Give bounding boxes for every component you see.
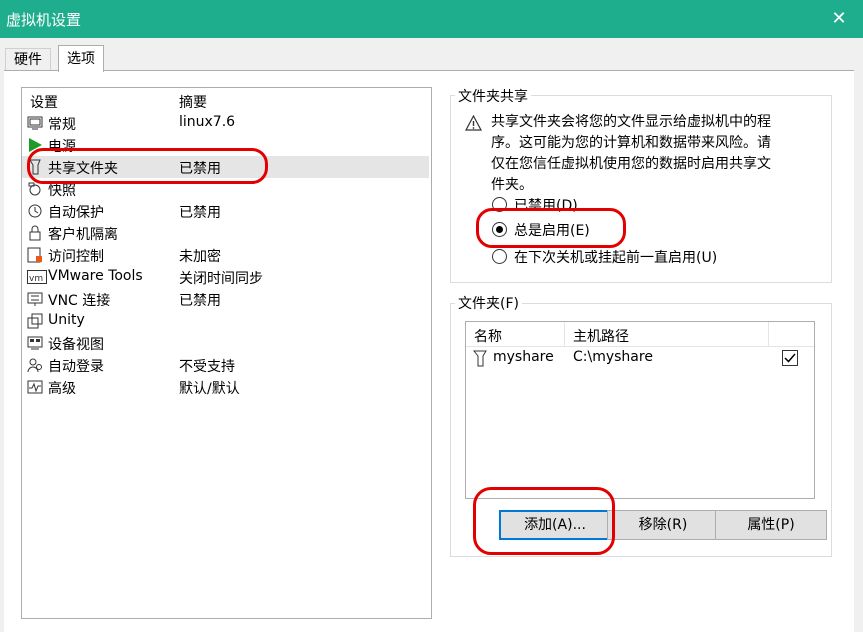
- close-icon[interactable]: ✕: [825, 4, 853, 32]
- column-header-host-path[interactable]: 主机路径: [573, 326, 629, 346]
- radio-until-shutdown-label: 在下次关机或挂起前一直启用(U): [514, 250, 718, 266]
- settings-item-summary: linux7.6: [179, 114, 236, 130]
- column-header-setting[interactable]: 设置: [30, 92, 58, 112]
- column-header-name[interactable]: 名称: [474, 326, 502, 346]
- settings-item-summary: 未加密: [179, 249, 221, 265]
- folder-enabled-checkbox[interactable]: [782, 350, 798, 366]
- settings-item-summary: 关闭时间同步: [179, 271, 263, 287]
- folders-group-title: 文件夹(F): [455, 293, 522, 313]
- settings-item-summary: 已禁用: [179, 205, 221, 221]
- settings-item-label: 自动保护: [48, 205, 104, 221]
- settings-item-summary: 不受支持: [179, 359, 235, 375]
- radio-always-enabled-indicator[interactable]: [492, 222, 507, 237]
- folder-list-header: 名称 主机路径: [466, 322, 814, 347]
- window-title: 虚拟机设置: [6, 11, 82, 29]
- radio-until-shutdown-indicator[interactable]: [492, 249, 507, 264]
- settings-item-device-view[interactable]: 设备视图: [22, 332, 429, 354]
- remove-folder-button[interactable]: 移除(R): [607, 510, 719, 540]
- folder-row-myshare[interactable]: myshare C:\myshare: [466, 347, 812, 371]
- settings-item-label: 共享文件夹: [48, 161, 118, 177]
- access-control-icon: [27, 247, 42, 263]
- settings-item-label: VNC 连接: [48, 293, 111, 309]
- settings-item-label: 高级: [48, 381, 76, 397]
- column-divider[interactable]: [768, 322, 769, 346]
- advanced-icon: [27, 380, 43, 394]
- settings-item-advanced[interactable]: 高级 默认/默认: [22, 376, 429, 398]
- settings-item-label: 自动登录: [48, 359, 104, 375]
- settings-item-summary: 默认/默认: [179, 381, 240, 397]
- folder-sharing-warning: 共享文件夹会将您的文件显示给虚拟机中的程序。这可能为您的计算机和数据带来风险。请…: [491, 114, 771, 193]
- settings-item-summary: 已禁用: [179, 293, 221, 309]
- settings-item-label: VMware Tools: [48, 268, 143, 284]
- folder-sharing-group-title: 文件夹共享: [455, 86, 531, 106]
- settings-item-label: 访问控制: [48, 249, 104, 265]
- settings-item-access-control[interactable]: 访问控制 未加密: [22, 244, 429, 266]
- svg-text:vm: vm: [29, 274, 43, 284]
- title-bar: 虚拟机设置 ✕: [0, 0, 863, 38]
- autologin-icon: [27, 358, 42, 373]
- column-divider[interactable]: [564, 322, 565, 346]
- settings-item-snapshots[interactable]: 快照: [22, 178, 429, 200]
- radio-disabled-label: 已禁用(D): [514, 198, 578, 214]
- settings-item-label: Unity: [48, 312, 85, 328]
- warning-icon: [465, 115, 482, 131]
- checkmark-icon: [784, 353, 796, 363]
- device-view-icon: [27, 336, 43, 350]
- settings-item-label: 电源: [48, 139, 76, 155]
- settings-list-header: 设置 摘要: [22, 90, 431, 112]
- power-icon: [29, 138, 42, 152]
- vmware-tools-icon: vm: [27, 270, 47, 284]
- settings-item-power[interactable]: 电源: [22, 134, 429, 156]
- column-header-summary[interactable]: 摘要: [179, 92, 207, 112]
- radio-disabled-indicator[interactable]: [492, 197, 507, 212]
- settings-item-vmware-tools[interactable]: vm VMware Tools 关闭时间同步: [22, 266, 429, 288]
- tab-hardware[interactable]: 硬件: [5, 48, 51, 71]
- settings-item-label: 客户机隔离: [48, 227, 118, 243]
- settings-item-summary: 已禁用: [179, 161, 221, 177]
- snapshot-icon: [28, 182, 41, 196]
- shared-folder-icon: [473, 350, 487, 367]
- folder-host-path: C:\myshare: [573, 349, 653, 365]
- add-folder-button[interactable]: 添加(A)...: [499, 510, 611, 540]
- settings-item-unity[interactable]: Unity: [22, 310, 429, 332]
- settings-list[interactable]: 设置 摘要 常规 linux7.6 电源 共享文件夹 已禁用 快照 自动保护 已…: [21, 87, 432, 619]
- settings-item-label: 设备视图: [48, 337, 104, 353]
- shared-folder-icon: [29, 159, 41, 175]
- settings-item-autoprotect[interactable]: 自动保护 已禁用: [22, 200, 429, 222]
- settings-item-label: 常规: [48, 117, 76, 133]
- settings-item-vnc[interactable]: VNC 连接 已禁用: [22, 288, 429, 310]
- settings-item-general[interactable]: 常规 linux7.6: [22, 112, 429, 134]
- lock-icon: [29, 225, 41, 241]
- radio-always-enabled-label: 总是启用(E): [514, 223, 590, 239]
- vnc-icon: [27, 292, 43, 306]
- settings-item-isolation[interactable]: 客户机隔离: [22, 222, 429, 244]
- settings-item-shared-folders[interactable]: 共享文件夹 已禁用: [22, 156, 429, 178]
- tab-hardware-label: 硬件: [14, 52, 42, 68]
- settings-item-label: 快照: [48, 183, 76, 199]
- autoprotect-icon: [28, 204, 42, 218]
- tab-options-label: 选项: [67, 51, 95, 67]
- general-icon: [27, 116, 43, 130]
- tab-options[interactable]: 选项: [58, 45, 104, 72]
- shared-folder-list[interactable]: 名称 主机路径 myshare C:\myshare: [465, 321, 815, 499]
- folder-name: myshare: [493, 349, 554, 365]
- settings-item-autologin[interactable]: 自动登录 不受支持: [22, 354, 429, 376]
- folder-properties-button[interactable]: 属性(P): [715, 510, 827, 540]
- unity-icon: [27, 313, 43, 329]
